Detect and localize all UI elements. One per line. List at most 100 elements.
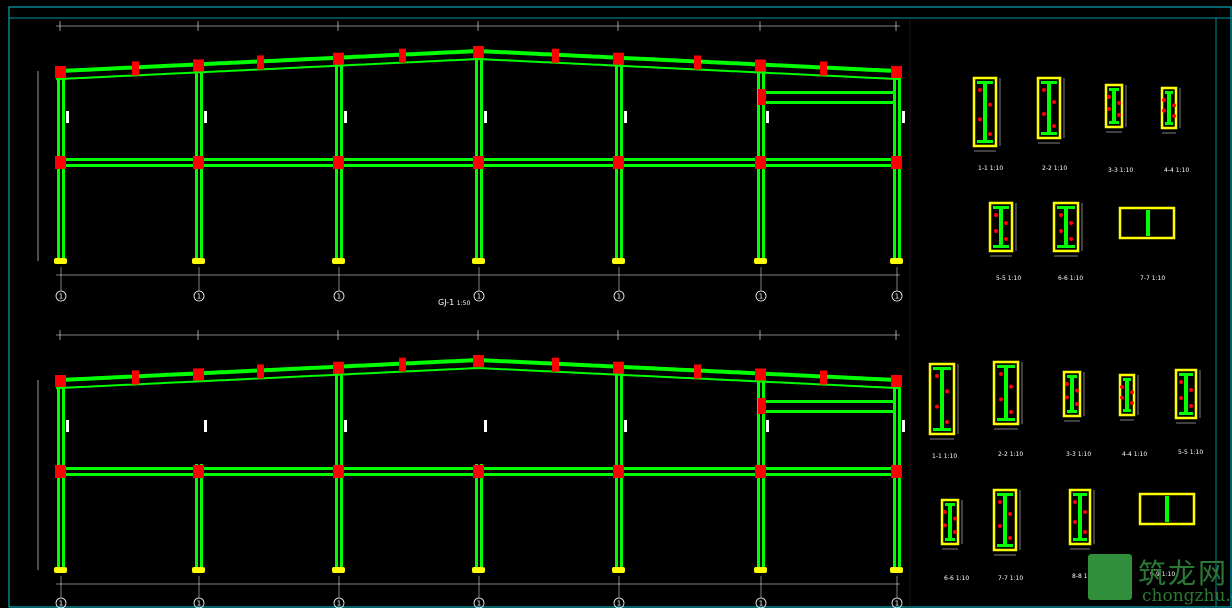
section-flange [997,493,1013,496]
section-flange [997,365,1015,368]
rafter-splice [132,370,139,385]
section-flange [1041,81,1057,84]
section-flange [997,544,1013,547]
bolt-mark [988,102,992,107]
column-base [192,258,205,264]
section-flange [977,140,993,143]
column-base [890,567,903,573]
bolt-mark [978,117,982,122]
beam-joint [755,465,766,478]
bolt-mark [1075,402,1079,406]
knee-joint [55,375,66,387]
rafter-splice [552,357,559,372]
bolt-mark [1107,107,1111,111]
column-flange [480,464,483,570]
bolt-mark [953,516,957,521]
axis-number: 1 [895,600,899,608]
column-base [754,258,767,264]
section-web [940,367,944,431]
column-flange [200,464,203,570]
section-flange [1109,88,1119,91]
axis-number: 1 [59,600,63,608]
stiffener-mark [344,420,347,432]
beam-joint [193,465,204,478]
beam-joint [333,465,344,478]
column-base [332,258,345,264]
stiffener-mark [902,420,905,432]
mezzanine-beam [762,410,896,413]
section-caption: 6-6 1:10 [944,575,969,582]
beam-joint [55,156,66,169]
knee-joint [891,66,902,78]
section-flange [945,538,955,541]
bolt-mark [1189,388,1193,392]
bolt-mark [1172,114,1176,118]
section-web [1125,378,1129,412]
section-flange [977,81,993,84]
section-flange [1057,206,1075,209]
stiffener-mark [902,111,905,123]
knee-joint [613,52,624,65]
beam-joint [891,465,902,478]
section-web [999,206,1003,248]
section-flange [993,206,1009,209]
bolt-mark [978,88,982,92]
bolt-mark [1009,384,1013,389]
section-web [1184,373,1188,415]
section-web [1112,88,1116,124]
stiffener-mark [624,111,627,123]
axis-number: 1 [895,293,899,301]
beam-joint [333,156,344,169]
axis-number: 1 [337,600,341,608]
section-flange [1179,412,1193,415]
rafter-splice [694,364,701,379]
section-web [1165,496,1169,522]
bolt-mark [1073,520,1077,524]
section-flange [1123,378,1131,381]
bolt-mark [1083,530,1087,534]
section-flange [997,418,1015,421]
axis-number: 1 [337,293,341,301]
bolt-mark [1008,512,1012,516]
bolt-mark [999,372,1003,376]
beam-joint [613,465,624,478]
axis-number: 1 [477,600,481,608]
bolt-mark [1179,396,1183,400]
bolt-mark [1117,113,1121,117]
section-flange [1165,91,1173,94]
section-flange [1067,410,1077,413]
section-web [1004,365,1008,421]
rafter-splice [399,48,406,63]
section-web [1070,375,1074,413]
cad-drawing-sheet: 1 1 1 1 1 1 1 1 1 1 1 1 1 1 1-1 1:10 2-2 1:10 3-3 1:10… [0,0,1232,608]
column-base [472,567,485,573]
bolt-mark [1130,401,1134,405]
bolt-mark [1172,103,1176,108]
section-flange [1123,409,1131,412]
section-flange [945,503,955,506]
stiffener-mark [766,420,769,432]
knee-joint [193,59,204,72]
section-flange [1057,245,1075,248]
bolt-mark [935,404,939,409]
section-caption: 3-3 1:10 [1066,451,1091,458]
rafter-splice [820,61,827,76]
section-caption: 5-5 1:10 [1178,449,1203,456]
column-base [612,567,625,573]
section-web [1146,210,1150,236]
bolt-mark [999,397,1003,402]
frame-title-text: GJ-1 [438,298,455,307]
section-caption: 3-3 1:10 [1108,167,1133,174]
bolt-mark [1052,124,1056,128]
section-web [1003,493,1007,547]
section-flange [933,367,951,370]
bolt-mark [1052,100,1056,104]
section-web [1078,493,1082,541]
column-flange [195,464,198,570]
bolt-mark [1120,385,1124,389]
bolt-mark [943,523,947,528]
bolt-mark [1189,404,1193,408]
bolt-mark [1065,395,1069,400]
rafter-splice [257,364,264,379]
watermark-logo-icon [1088,554,1132,600]
